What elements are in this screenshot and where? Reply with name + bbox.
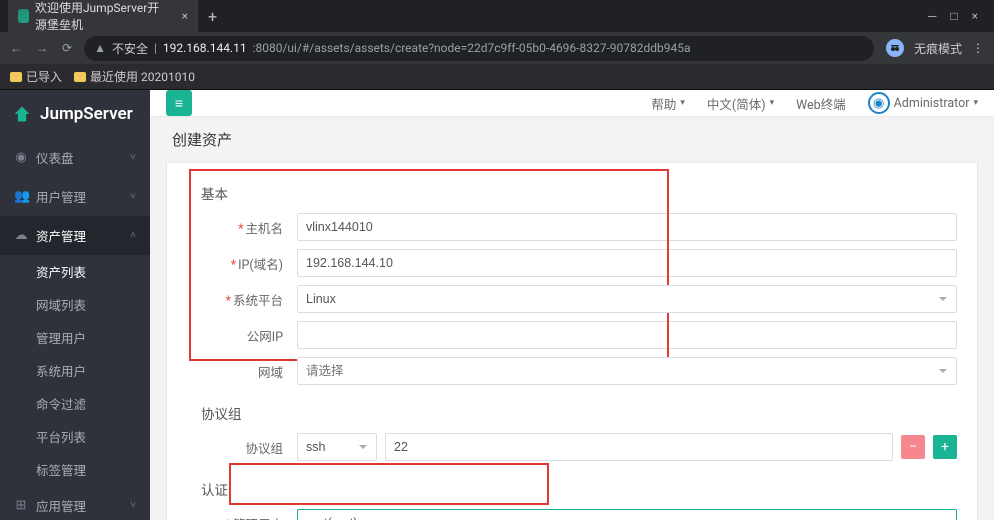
protocol-port-input[interactable]	[385, 433, 893, 461]
page-title: 创建资产	[150, 117, 994, 162]
sidebar-item-2[interactable]: ☁资产管理˄	[0, 216, 150, 255]
new-tab-button[interactable]: +	[208, 7, 217, 26]
sidebar-item-0[interactable]: ◉仪表盘˅	[0, 138, 150, 177]
lang-menu[interactable]: 中文(简体)▾	[707, 94, 774, 113]
browser-addressbar: ← → ⟳ ▲ 不安全 | 192.168.144.11 :8080/ui/#/…	[0, 32, 994, 64]
bookmarks-bar: 已导入 最近使用 20201010	[0, 64, 994, 90]
browser-chrome: 欢迎使用JumpServer开源堡垒机 × + ─ □ × ← → ⟳ ▲ 不安…	[0, 0, 994, 90]
section-basic-title: 基本	[201, 183, 957, 203]
section-proto-title: 协议组	[201, 403, 957, 423]
sidebar-icon: ◉	[14, 150, 28, 165]
protocol-add-button[interactable]: +	[933, 435, 957, 459]
protocol-remove-button[interactable]: −	[901, 435, 925, 459]
sidebar-item-3[interactable]: ⊞应用管理˅	[0, 486, 150, 520]
sidebar-subitem-2-2[interactable]: 管理用户	[36, 321, 150, 354]
protocol-select[interactable]	[297, 433, 377, 461]
platform-select[interactable]	[297, 285, 957, 313]
browser-tab[interactable]: 欢迎使用JumpServer开源堡垒机 ×	[8, 0, 198, 39]
brand[interactable]: JumpServer	[0, 90, 150, 138]
main-area: ≡ 帮助▾ 中文(简体)▾ Web终端 ◉ Administrator ▾ 创建…	[150, 90, 994, 520]
proto-label: 协议组	[187, 438, 297, 457]
section-auth-title: 认证	[201, 479, 957, 499]
help-menu[interactable]: 帮助▾	[651, 94, 685, 113]
chevron-down-icon: ▾	[680, 98, 685, 108]
publicip-input[interactable]	[297, 321, 957, 349]
window-minimize-icon[interactable]: ─	[928, 9, 937, 23]
sidebar-toggle-button[interactable]: ≡	[166, 90, 192, 116]
tab-title: 欢迎使用JumpServer开源堡垒机	[35, 0, 170, 33]
nav-back-icon[interactable]: ←	[10, 41, 22, 55]
chevron-down-icon: ˅	[130, 152, 136, 163]
url-host: 192.168.144.11	[163, 41, 247, 55]
sidebar-subitem-2-5[interactable]: 平台列表	[36, 420, 150, 453]
sidebar-subitem-2-4[interactable]: 命令过滤	[36, 387, 150, 420]
browser-tabbar: 欢迎使用JumpServer开源堡垒机 × + ─ □ ×	[0, 0, 994, 32]
tab-favicon-icon	[18, 9, 29, 23]
sidebar-subitem-2-3[interactable]: 系统用户	[36, 354, 150, 387]
sidebar: JumpServer ◉仪表盘˅👥用户管理˅☁资产管理˄资产列表网域列表管理用户…	[0, 90, 150, 520]
url-omnibox[interactable]: ▲ 不安全 | 192.168.144.11 :8080/ui/#/assets…	[84, 36, 874, 61]
adminuser-select[interactable]	[297, 509, 957, 520]
site-insecure-icon: ▲	[94, 41, 106, 55]
url-path: :8080/ui/#/assets/assets/create?node=22d…	[253, 41, 691, 55]
sidebar-icon: ☁	[14, 228, 28, 243]
brand-logo-icon	[12, 104, 32, 124]
bookmark-imported[interactable]: 已导入	[10, 68, 62, 85]
ip-input[interactable]	[297, 249, 957, 277]
incognito-icon[interactable]	[886, 39, 904, 57]
platform-label: 系统平台	[187, 290, 297, 309]
adminuser-label: 管理用户	[187, 514, 297, 520]
bookmark-recent[interactable]: 最近使用 20201010	[74, 68, 195, 85]
sidebar-icon: ⊞	[14, 498, 28, 513]
chevron-down-icon: ▾	[770, 98, 775, 108]
domain-label: 网域	[187, 362, 297, 381]
folder-icon	[10, 72, 22, 82]
brand-text: JumpServer	[40, 104, 133, 124]
site-insecure-label: 不安全	[112, 40, 148, 57]
window-close-icon[interactable]: ×	[972, 9, 978, 23]
nav-forward-icon[interactable]: →	[36, 41, 48, 55]
chevron-up-icon: ˄	[130, 230, 136, 241]
web-terminal-link[interactable]: Web终端	[796, 94, 846, 113]
user-avatar-icon: ◉	[868, 92, 890, 114]
chevron-down-icon: ˅	[130, 500, 136, 511]
sidebar-item-1[interactable]: 👥用户管理˅	[0, 177, 150, 216]
sidebar-subitem-2-0[interactable]: 资产列表	[36, 255, 150, 288]
topbar: ≡ 帮助▾ 中文(简体)▾ Web终端 ◉ Administrator ▾	[150, 90, 994, 117]
sidebar-subitem-2-6[interactable]: 标签管理	[36, 453, 150, 486]
tab-close-icon[interactable]: ×	[182, 9, 188, 23]
chevron-down-icon: ▾	[973, 98, 978, 108]
app-root: JumpServer ◉仪表盘˅👥用户管理˅☁资产管理˄资产列表网域列表管理用户…	[0, 90, 994, 520]
user-menu[interactable]: ◉ Administrator ▾	[868, 92, 978, 114]
ip-label: IP(域名)	[187, 254, 297, 273]
publicip-label: 公网IP	[187, 326, 297, 345]
browser-menu-icon[interactable]: ⋮	[972, 41, 984, 55]
chevron-down-icon: ˅	[130, 191, 136, 202]
sidebar-icon: 👥	[14, 189, 28, 204]
domain-select[interactable]	[297, 357, 957, 385]
folder-icon	[74, 72, 86, 82]
hostname-label: 主机名	[187, 218, 297, 237]
form-panel: 基本 主机名 IP(域名) 系统平台 公网IP 网域 协议组	[166, 162, 978, 520]
nav-reload-icon[interactable]: ⟳	[62, 41, 72, 55]
incognito-label: 无痕模式	[914, 40, 962, 57]
sidebar-subitem-2-1[interactable]: 网域列表	[36, 288, 150, 321]
window-maximize-icon[interactable]: □	[950, 9, 957, 23]
hostname-input[interactable]	[297, 213, 957, 241]
